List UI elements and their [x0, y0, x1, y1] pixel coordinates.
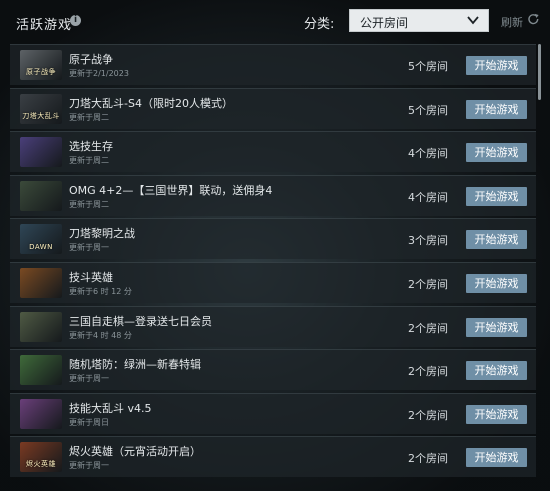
start-game-button[interactable]: 开始游戏 [466, 274, 527, 293]
room-count: 4个房间 [408, 190, 448, 204]
game-name: 随机塔防：绿洲—新春特辑 [69, 358, 201, 372]
room-count: 2个房间 [408, 278, 448, 291]
game-thumbnail [20, 268, 62, 298]
category-dropdown-value: 公开房间 [360, 16, 409, 30]
game-updated: 更新于6 时 12 分 [69, 287, 132, 296]
game-updated: 更新于4 时 48 分 [69, 330, 132, 340]
game-row[interactable]: 技能大乱斗 v4.5 更新于周日 2个房间 开始游戏 [10, 392, 536, 434]
thumbnail-text: 烬火英雄 [26, 460, 56, 469]
header: 活跃游戏 i 分类: 公开房间 刷新 [0, 0, 550, 42]
room-count: 2个房间 [408, 365, 448, 379]
game-name: 烬火英雄（元宵活动开启） [69, 445, 201, 459]
refresh-icon[interactable] [527, 13, 540, 26]
game-row[interactable]: 原子战争 原子战争 更新于2/1/2023 5个房间 开始游戏 [10, 44, 536, 85]
room-count: 2个房间 [408, 321, 448, 335]
filter-label: 分类: [304, 17, 335, 32]
start-game-button[interactable]: 开始游戏 [466, 317, 527, 337]
thumbnail-text: 刀塔大乱斗 [22, 111, 60, 120]
thumbnail-text: DAWN [29, 243, 53, 252]
refresh-label[interactable]: 刷新 [501, 14, 523, 30]
game-thumbnail: 原子战争 [20, 50, 62, 80]
game-row[interactable]: 选技生存更新于周二 4个房间 开始游戏 [10, 131, 536, 173]
game-updated: 更新于周二 [69, 156, 109, 166]
room-count: 5个房间 [408, 60, 448, 73]
game-row[interactable]: 技斗英雄更新于6 时 12 分 2个房间 开始游戏 [10, 262, 536, 303]
game-thumbnail: 刀塔大乱斗 [20, 93, 62, 124]
start-game-button[interactable]: 开始游戏 [466, 56, 527, 75]
game-name: 刀塔黎明之战 [69, 227, 135, 241]
room-count: 5个房间 [408, 103, 448, 117]
scrollbar[interactable] [538, 44, 541, 100]
room-count: 3个房间 [408, 234, 448, 248]
start-game-button[interactable]: 开始游戏 [466, 404, 527, 424]
game-name: 原子战争 [69, 53, 113, 66]
game-row[interactable]: 随机塔防：绿洲—新春特辑更新于周一 2个房间 开始游戏 [10, 349, 536, 391]
game-updated: 更新于周二 [69, 199, 109, 209]
game-row[interactable]: DAWN 刀塔黎明之战更新于周一 3个房间 开始游戏 [10, 218, 536, 260]
game-row[interactable]: 刀塔大乱斗 刀塔大乱斗-S4（限时20人模式） 更新于周二 5个房间 开始游戏 [10, 87, 536, 129]
start-game-button[interactable]: 开始游戏 [466, 361, 527, 381]
info-icon[interactable]: i [70, 15, 81, 26]
thumbnail-text: 原子战争 [26, 68, 56, 76]
room-count: 2个房间 [408, 452, 448, 466]
game-row[interactable]: 烬火英雄 烬火英雄（元宵活动开启） 更新于周一 2个房间 开始游戏 [10, 436, 536, 478]
chevron-down-icon [467, 16, 479, 25]
game-name: OMG 4+2—【三国世界】联动，送佣身4 [69, 183, 273, 197]
game-thumbnail: 烬火英雄 [20, 442, 62, 473]
start-game-button[interactable]: 开始游戏 [466, 448, 527, 468]
page-title: 活跃游戏 [16, 18, 73, 33]
start-game-button[interactable]: 开始游戏 [466, 99, 527, 119]
game-thumbnail [20, 355, 62, 386]
room-count: 4个房间 [408, 147, 448, 161]
game-updated: 更新于2/1/2023 [69, 69, 129, 78]
game-name: 技能大乱斗 v4.5 [69, 401, 152, 415]
game-row[interactable]: 三国自走棋—登录送七日会员更新于4 时 48 分 2个房间 开始游戏 [10, 305, 536, 347]
game-thumbnail [20, 137, 62, 168]
game-row[interactable]: OMG 4+2—【三国世界】联动，送佣身4 更新于周二 4个房间 开始游戏 [10, 174, 536, 216]
game-thumbnail [20, 398, 62, 429]
game-updated: 更新于周日 [69, 417, 109, 427]
category-dropdown[interactable]: 公开房间 [349, 9, 489, 32]
start-game-button[interactable]: 开始游戏 [466, 186, 527, 206]
game-updated: 更新于周二 [69, 112, 109, 122]
start-game-button[interactable]: 开始游戏 [466, 143, 527, 163]
game-name: 三国自走棋—登录送七日会员 [69, 314, 212, 328]
game-name: 刀塔大乱斗-S4（限时20人模式） [69, 96, 233, 110]
game-updated: 更新于周一 [69, 374, 109, 384]
game-updated: 更新于周一 [69, 461, 109, 471]
game-list: 原子战争 原子战争 更新于2/1/2023 5个房间 开始游戏 刀塔大乱斗 刀塔大乱斗-S4… [10, 40, 536, 488]
game-thumbnail [20, 311, 62, 342]
start-game-button[interactable]: 开始游戏 [466, 230, 527, 250]
game-updated: 更新于周一 [69, 243, 109, 253]
game-thumbnail: DAWN [20, 224, 62, 255]
game-name: 技斗英雄 [69, 271, 113, 284]
game-thumbnail [20, 180, 62, 211]
game-name: 选技生存 [69, 140, 113, 154]
room-count: 2个房间 [408, 408, 448, 422]
